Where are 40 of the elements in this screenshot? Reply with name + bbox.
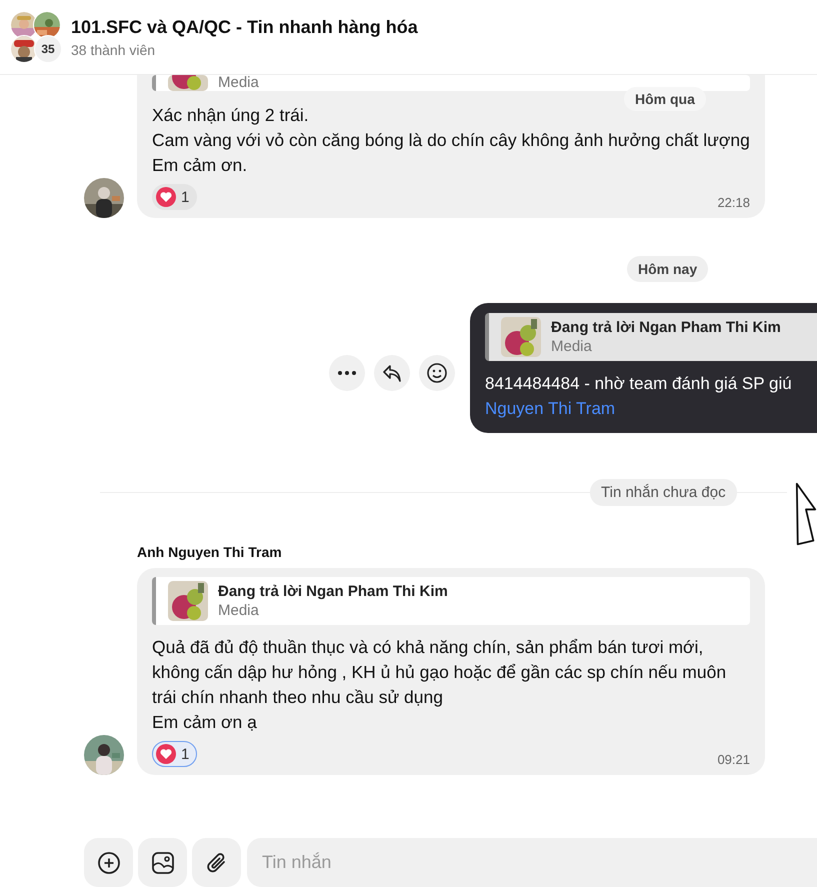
reply-title: Đang trả lời Ngan Pham Thi Kim: [551, 319, 781, 336]
date-pill: Hôm qua: [624, 87, 706, 111]
reply-quote[interactable]: Đang trả lời Ngan Pham Thi Kim Media: [485, 313, 817, 361]
date-pill: Hôm nay: [627, 256, 708, 282]
message-text: Quả đã đủ độ thuần thục và có khả năng chín, sản phẩm bán tươi mới, không cấn dập hư hỏng , KH ủ hủ gạo hoặc để gần các sp chín nếu muôn trái chín nhanh theo nhu cầu sử dụng: [152, 636, 728, 709]
smiley-icon: [426, 362, 448, 384]
sender-name: Anh Nguyen Thi Tram: [137, 544, 283, 560]
more-button[interactable]: [329, 355, 365, 391]
more-icon: [337, 370, 357, 376]
reaction-pill[interactable]: 1: [152, 184, 198, 210]
unread-divider-label: Tin nhắn chưa đọc: [590, 479, 737, 506]
plus-circle-icon: [96, 850, 120, 874]
member-count: 38 thành viên: [71, 42, 156, 58]
image-icon: [150, 850, 174, 874]
member-overflow-count: 35: [34, 35, 62, 63]
emoji-button[interactable]: [419, 355, 455, 391]
add-button[interactable]: [84, 838, 133, 887]
attach-button[interactable]: [192, 838, 241, 887]
reply-subtitle: Media: [551, 338, 593, 355]
reply-subtitle: Media: [218, 75, 259, 91]
message-input[interactable]: Tin nhắn: [247, 838, 817, 887]
reply-subtitle: Media: [218, 602, 260, 619]
reply-button[interactable]: [374, 355, 410, 391]
reaction-pill[interactable]: 1: [152, 741, 198, 767]
reaction-count: 1: [181, 188, 190, 206]
reply-title: Đang trả lời Ngan Pham Thi Kim: [218, 583, 448, 600]
message-text: 8414484484 - nhờ team đánh giá SP giú: [485, 373, 793, 395]
image-button[interactable]: [138, 838, 187, 887]
message-text: Xác nhận úng 2 trái.: [152, 104, 310, 127]
reply-icon: [381, 362, 403, 384]
message-time: 22:18: [717, 194, 750, 210]
message-text: Em cảm ơn ạ: [152, 711, 258, 734]
mention-link[interactable]: Nguyen Thi Tram: [485, 396, 817, 421]
message-text: Em cảm ơn.: [152, 154, 248, 177]
reply-quote[interactable]: Media: [152, 75, 750, 91]
message-time: 09:21: [717, 752, 750, 766]
reply-quote[interactable]: Đang trả lời Ngan Pham Thi Kim Media: [152, 577, 750, 625]
reaction-count: 1: [181, 746, 190, 762]
message-text: Cam vàng với vỏ còn căng bóng là do chín cây không ảnh hưởng chất lượng: [152, 129, 750, 152]
chat-title: 101.SFC và QA/QC - Tin nhanh hàng hóa: [71, 16, 418, 38]
